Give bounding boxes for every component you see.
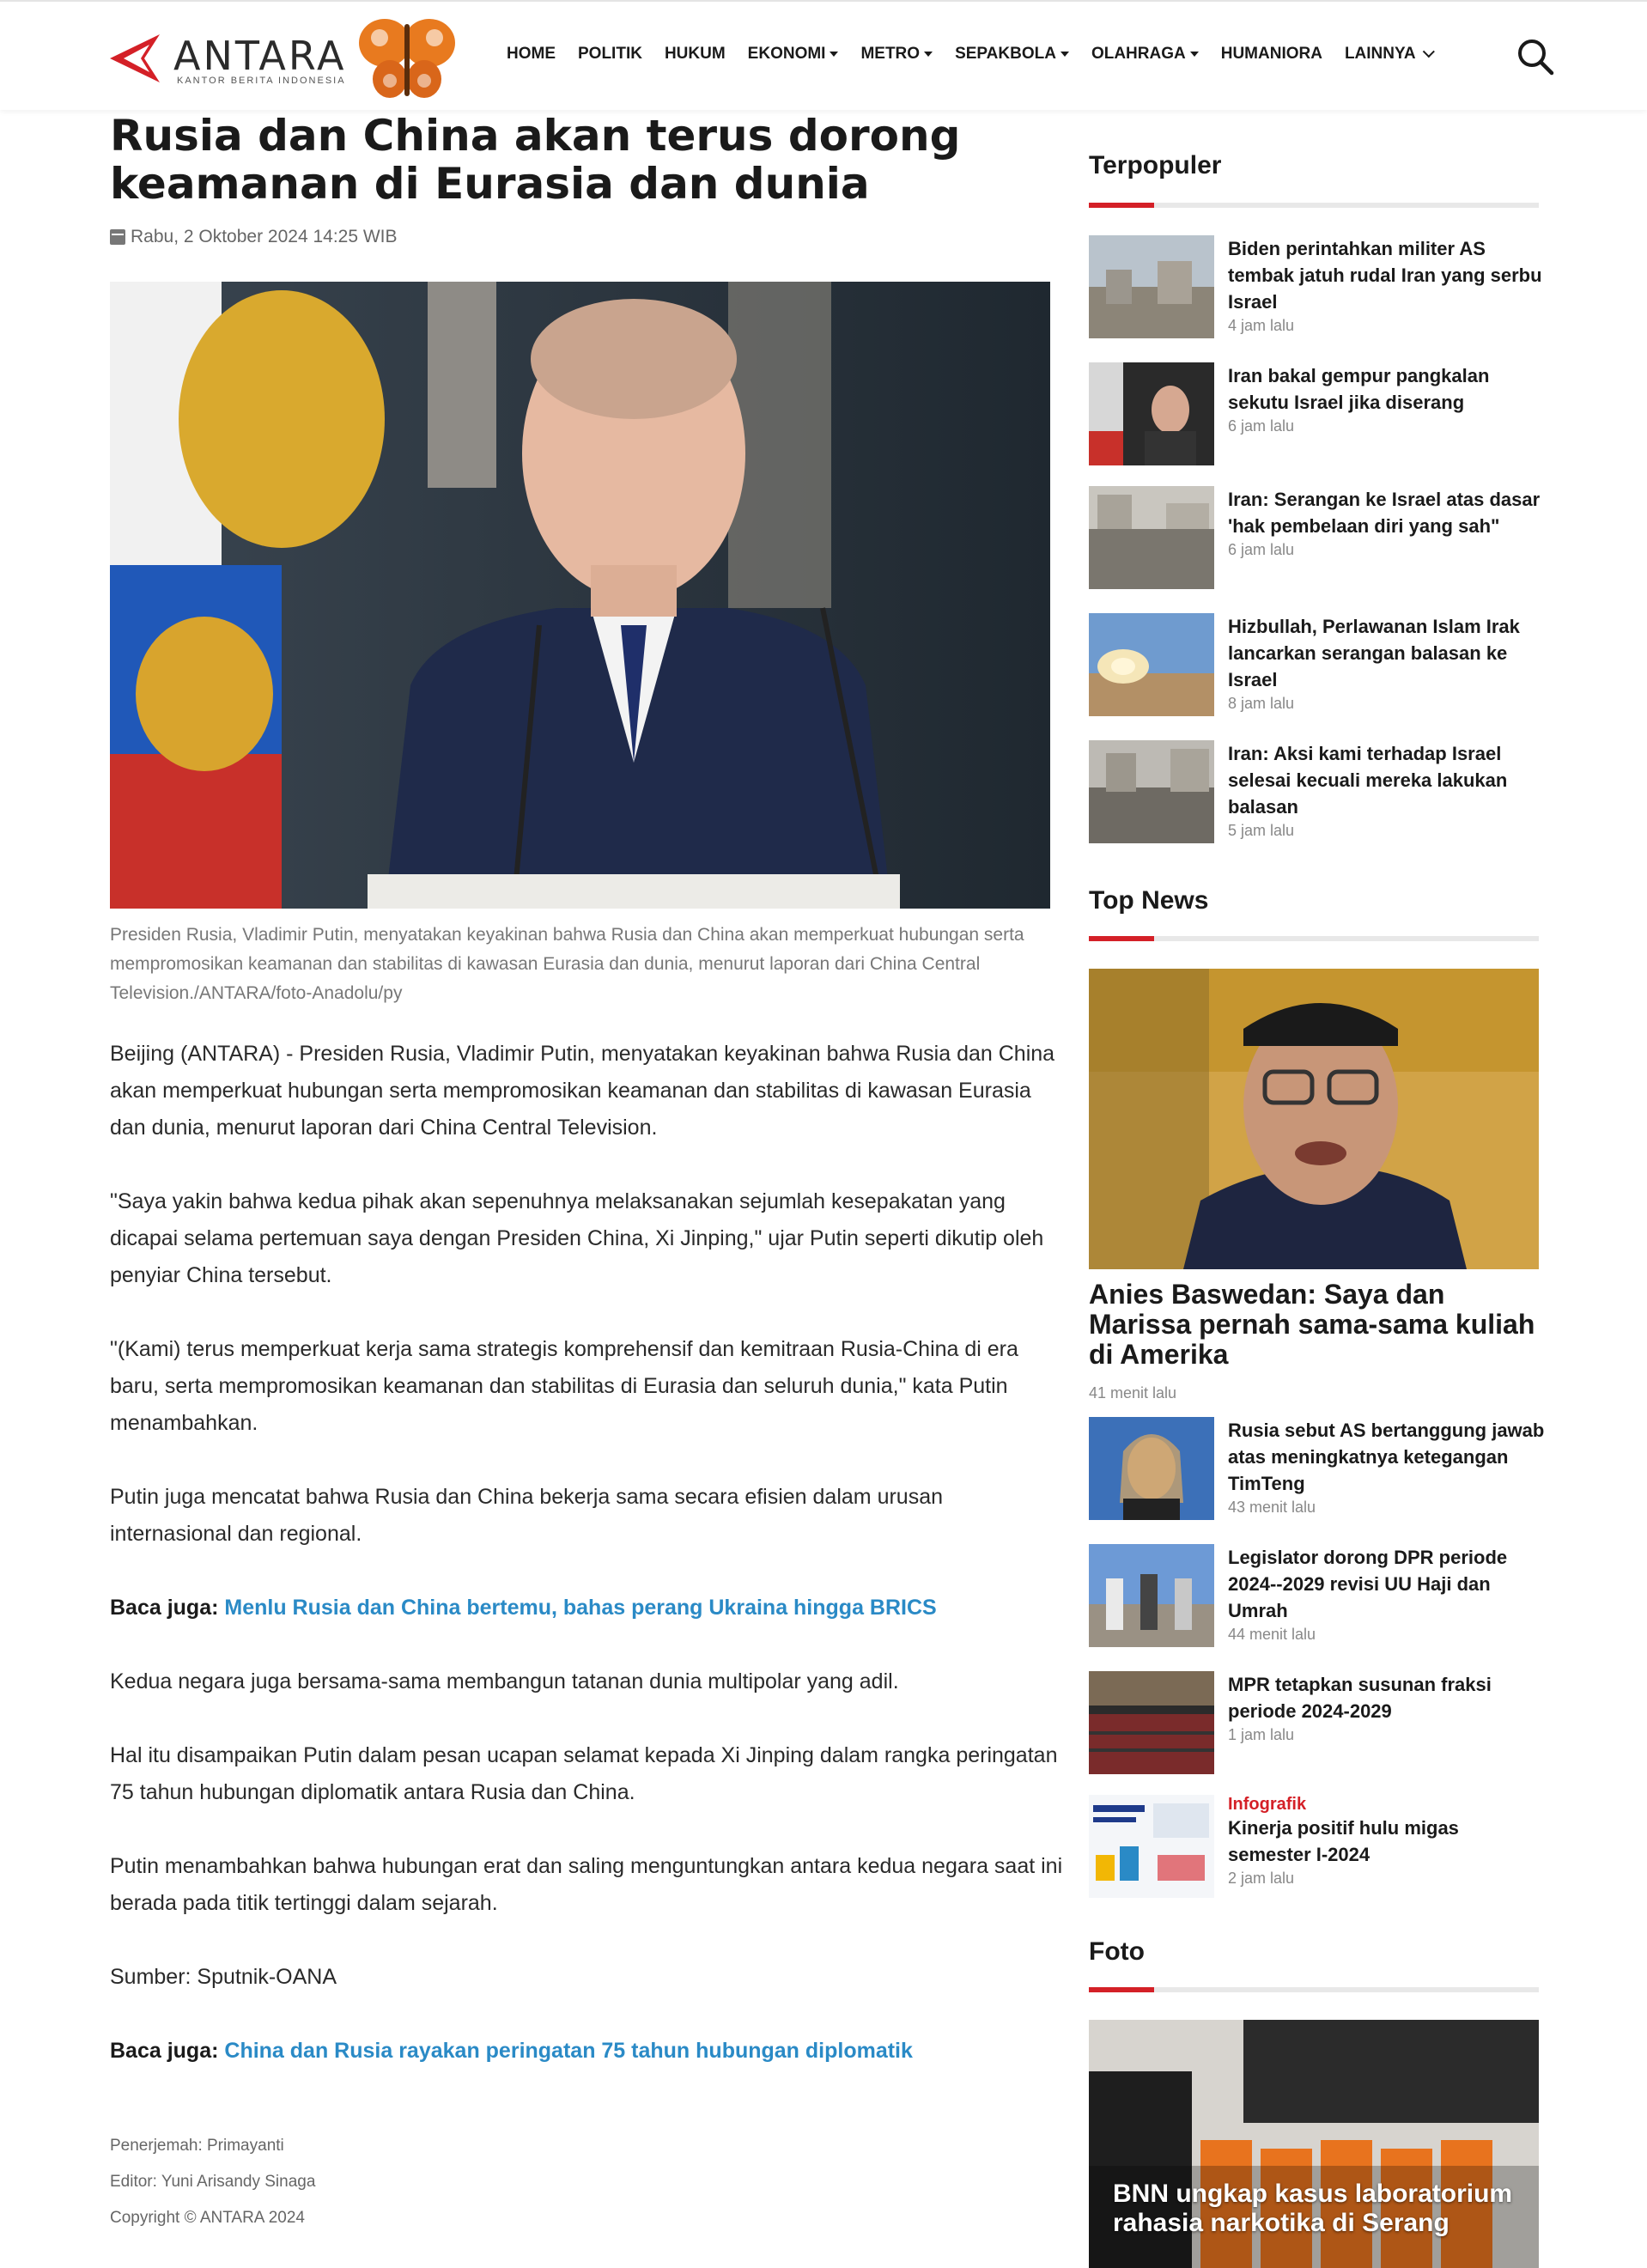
paragraph: "Saya yakin bahwa kedua pihak akan sepen… [110, 1189, 1044, 1287]
popular-time: 5 jam lalu [1228, 822, 1295, 839]
popular-headline: Hizbullah, Perlawanan Islam Irak lancark… [1228, 616, 1520, 690]
popular-time: 8 jam lalu [1228, 695, 1295, 712]
paragraph: Putin menambahkan bahwa hubungan erat da… [110, 1854, 1063, 1915]
popular-item[interactable]: Hizbullah, Perlawanan Islam Irak lancark… [1089, 613, 1544, 718]
top-news-item-headline: Rusia sebut AS bertanggung jawab atas me… [1228, 1420, 1545, 1494]
nav-politik[interactable]: POLITIK [578, 45, 642, 64]
section-title-terpopuler: Terpopuler [1089, 151, 1222, 179]
section-divider [1089, 1987, 1539, 1992]
top-news-item[interactable]: Legislator dorong DPR periode 2024--2029… [1089, 1544, 1544, 1649]
popular-item[interactable]: Iran: Aksi kami terhadap Israel selesai … [1089, 740, 1544, 845]
popular-time: 4 jam lalu [1228, 317, 1295, 334]
nav-home[interactable]: HOME [507, 45, 556, 64]
article-hero-image [110, 282, 1050, 909]
nav-sepakbola[interactable]: SEPAKBOLA [955, 45, 1069, 64]
antara-logo-mark-icon [110, 34, 160, 82]
copyright: Copyright © ANTARA 2024 [110, 2209, 305, 2227]
paragraph: "(Kami) terus memperkuat kerja sama stra… [110, 1337, 1018, 1435]
top-news-item[interactable]: MPR tetapkan susunan fraksi periode 2024… [1089, 1671, 1544, 1776]
top-news-headline[interactable]: Anies Baswedan: Saya dan Marissa pernah … [1089, 1280, 1544, 1370]
top-news-item-time: 2 jam lalu [1228, 1870, 1295, 1887]
section-title-top-news: Top News [1089, 886, 1209, 915]
nav-humaniora[interactable]: HUMANIORA [1221, 45, 1322, 64]
popular-item[interactable]: Biden perintahkan militer AS tembak jatu… [1089, 235, 1544, 340]
article-credits: Penerjemah: Primayanti Editor: Yuni Aris… [110, 2128, 315, 2236]
caret-down-icon [1189, 52, 1199, 57]
nav-hukum[interactable]: HUKUM [665, 45, 726, 64]
thumbnail [1089, 1795, 1214, 1898]
image-caption: Presiden Rusia, Vladimir Putin, menyatak… [110, 925, 1024, 1003]
main-nav: HOME POLITIK HUKUM EKONOMI METRO SEPAKBO… [507, 45, 1453, 64]
top-news-item-headline: Legislator dorong DPR periode 2024--2029… [1228, 1547, 1508, 1621]
related-article-link[interactable]: China dan Rusia rayakan peringatan 75 ta… [224, 2039, 913, 2063]
top-news-item-headline: Kinerja positif hulu migas semester I-20… [1228, 1817, 1459, 1865]
category-label[interactable]: Infografik [1228, 1795, 1546, 1815]
top-news-item-time: 1 jam lalu [1228, 1726, 1295, 1743]
brand-name: ANTARA [173, 33, 347, 79]
section-divider [1089, 203, 1539, 208]
thumbnail [1089, 486, 1214, 589]
top-news-image[interactable] [1089, 969, 1539, 1269]
popular-time: 6 jam lalu [1228, 541, 1295, 558]
section-divider [1089, 936, 1539, 941]
caret-down-icon [1060, 52, 1069, 57]
putin-podium-photo [110, 282, 1050, 909]
article-body: Beijing (ANTARA) - Presiden Rusia, Vladi… [110, 1036, 1063, 2107]
popular-item[interactable]: Iran: Serangan ke Israel atas dasar 'hak… [1089, 486, 1544, 591]
chevron-down-icon [1422, 46, 1435, 58]
top-news-item-time: 44 menit lalu [1228, 1626, 1316, 1643]
popular-time: 6 jam lalu [1228, 417, 1295, 435]
brand-tagline: KANTOR BERITA INDONESIA [177, 76, 346, 86]
nav-lainnya[interactable]: LAINNYA [1345, 45, 1435, 64]
article-date: Rabu, 2 Oktober 2024 14:25 WIB [110, 227, 398, 247]
popular-headline: Iran: Aksi kami terhadap Israel selesai … [1228, 743, 1508, 818]
translator: Penerjemah: Primayanti [110, 2137, 284, 2155]
caret-down-icon [830, 52, 839, 57]
thumbnail [1089, 740, 1214, 843]
top-news-item[interactable]: Rusia sebut AS bertanggung jawab atas me… [1089, 1417, 1544, 1522]
thumbnail [1089, 235, 1214, 338]
popular-headline: Iran bakal gempur pangkalan sekutu Israe… [1228, 365, 1490, 413]
related-link-2: Baca juga: China dan Rusia rayakan perin… [110, 2039, 913, 2063]
paragraph: Sumber: Sputnik-OANA [110, 1965, 337, 1989]
thumbnail [1089, 613, 1214, 716]
related-link-1: Baca juga: Menlu Rusia dan China bertemu… [110, 1596, 937, 1620]
thumbnail [1089, 1544, 1214, 1647]
caret-down-icon [924, 52, 933, 57]
nav-ekonomi[interactable]: EKONOMI [748, 45, 839, 64]
popular-headline: Iran: Serangan ke Israel atas dasar 'hak… [1228, 489, 1541, 537]
search-icon[interactable] [1516, 38, 1554, 76]
paragraph: Putin juga mencatat bahwa Rusia dan Chin… [110, 1485, 944, 1546]
thumbnail [1089, 1417, 1214, 1520]
top-news-item-headline: MPR tetapkan susunan fraksi periode 2024… [1228, 1674, 1492, 1722]
editor: Editor: Yuni Arisandy Sinaga [110, 2173, 316, 2191]
site-header: ANTARA KANTOR BERITA INDONESIA HOME POLI… [0, 0, 1647, 110]
thumbnail [1089, 362, 1214, 465]
foto-card[interactable]: BNN ungkap kasus laboratorium rahasia na… [1089, 2020, 1539, 2268]
popular-headline: Biden perintahkan militer AS tembak jatu… [1228, 238, 1542, 313]
paragraph: Beijing (ANTARA) - Presiden Rusia, Vladi… [110, 1042, 1055, 1140]
paragraph: Hal itu disampaikan Putin dalam pesan uc… [110, 1743, 1058, 1804]
popular-item[interactable]: Iran bakal gempur pangkalan sekutu Israe… [1089, 362, 1544, 467]
nav-olahraga[interactable]: OLAHRAGA [1091, 45, 1199, 64]
thumbnail [1089, 1671, 1214, 1774]
article-title: Rusia dan China akan terus dorong keaman… [110, 111, 961, 209]
butterfly-anniversary-icon [359, 19, 455, 98]
top-news-item[interactable]: Infografik Kinerja positif hulu migas sem… [1089, 1795, 1544, 1900]
top-news-item-time: 43 menit lalu [1228, 1499, 1316, 1516]
foto-caption: BNN ungkap kasus laboratorium rahasia na… [1113, 2180, 1513, 2237]
paragraph: Kedua negara juga bersama-sama membangun… [110, 1669, 899, 1693]
top-news-time: 41 menit lalu [1089, 1384, 1177, 1402]
section-title-foto: Foto [1089, 1937, 1145, 1966]
nav-metro[interactable]: METRO [860, 45, 933, 64]
antara-logo[interactable]: ANTARA KANTOR BERITA INDONESIA [108, 27, 349, 88]
calendar-icon [110, 229, 125, 245]
related-article-link[interactable]: Menlu Rusia dan China bertemu, bahas per… [224, 1596, 936, 1620]
